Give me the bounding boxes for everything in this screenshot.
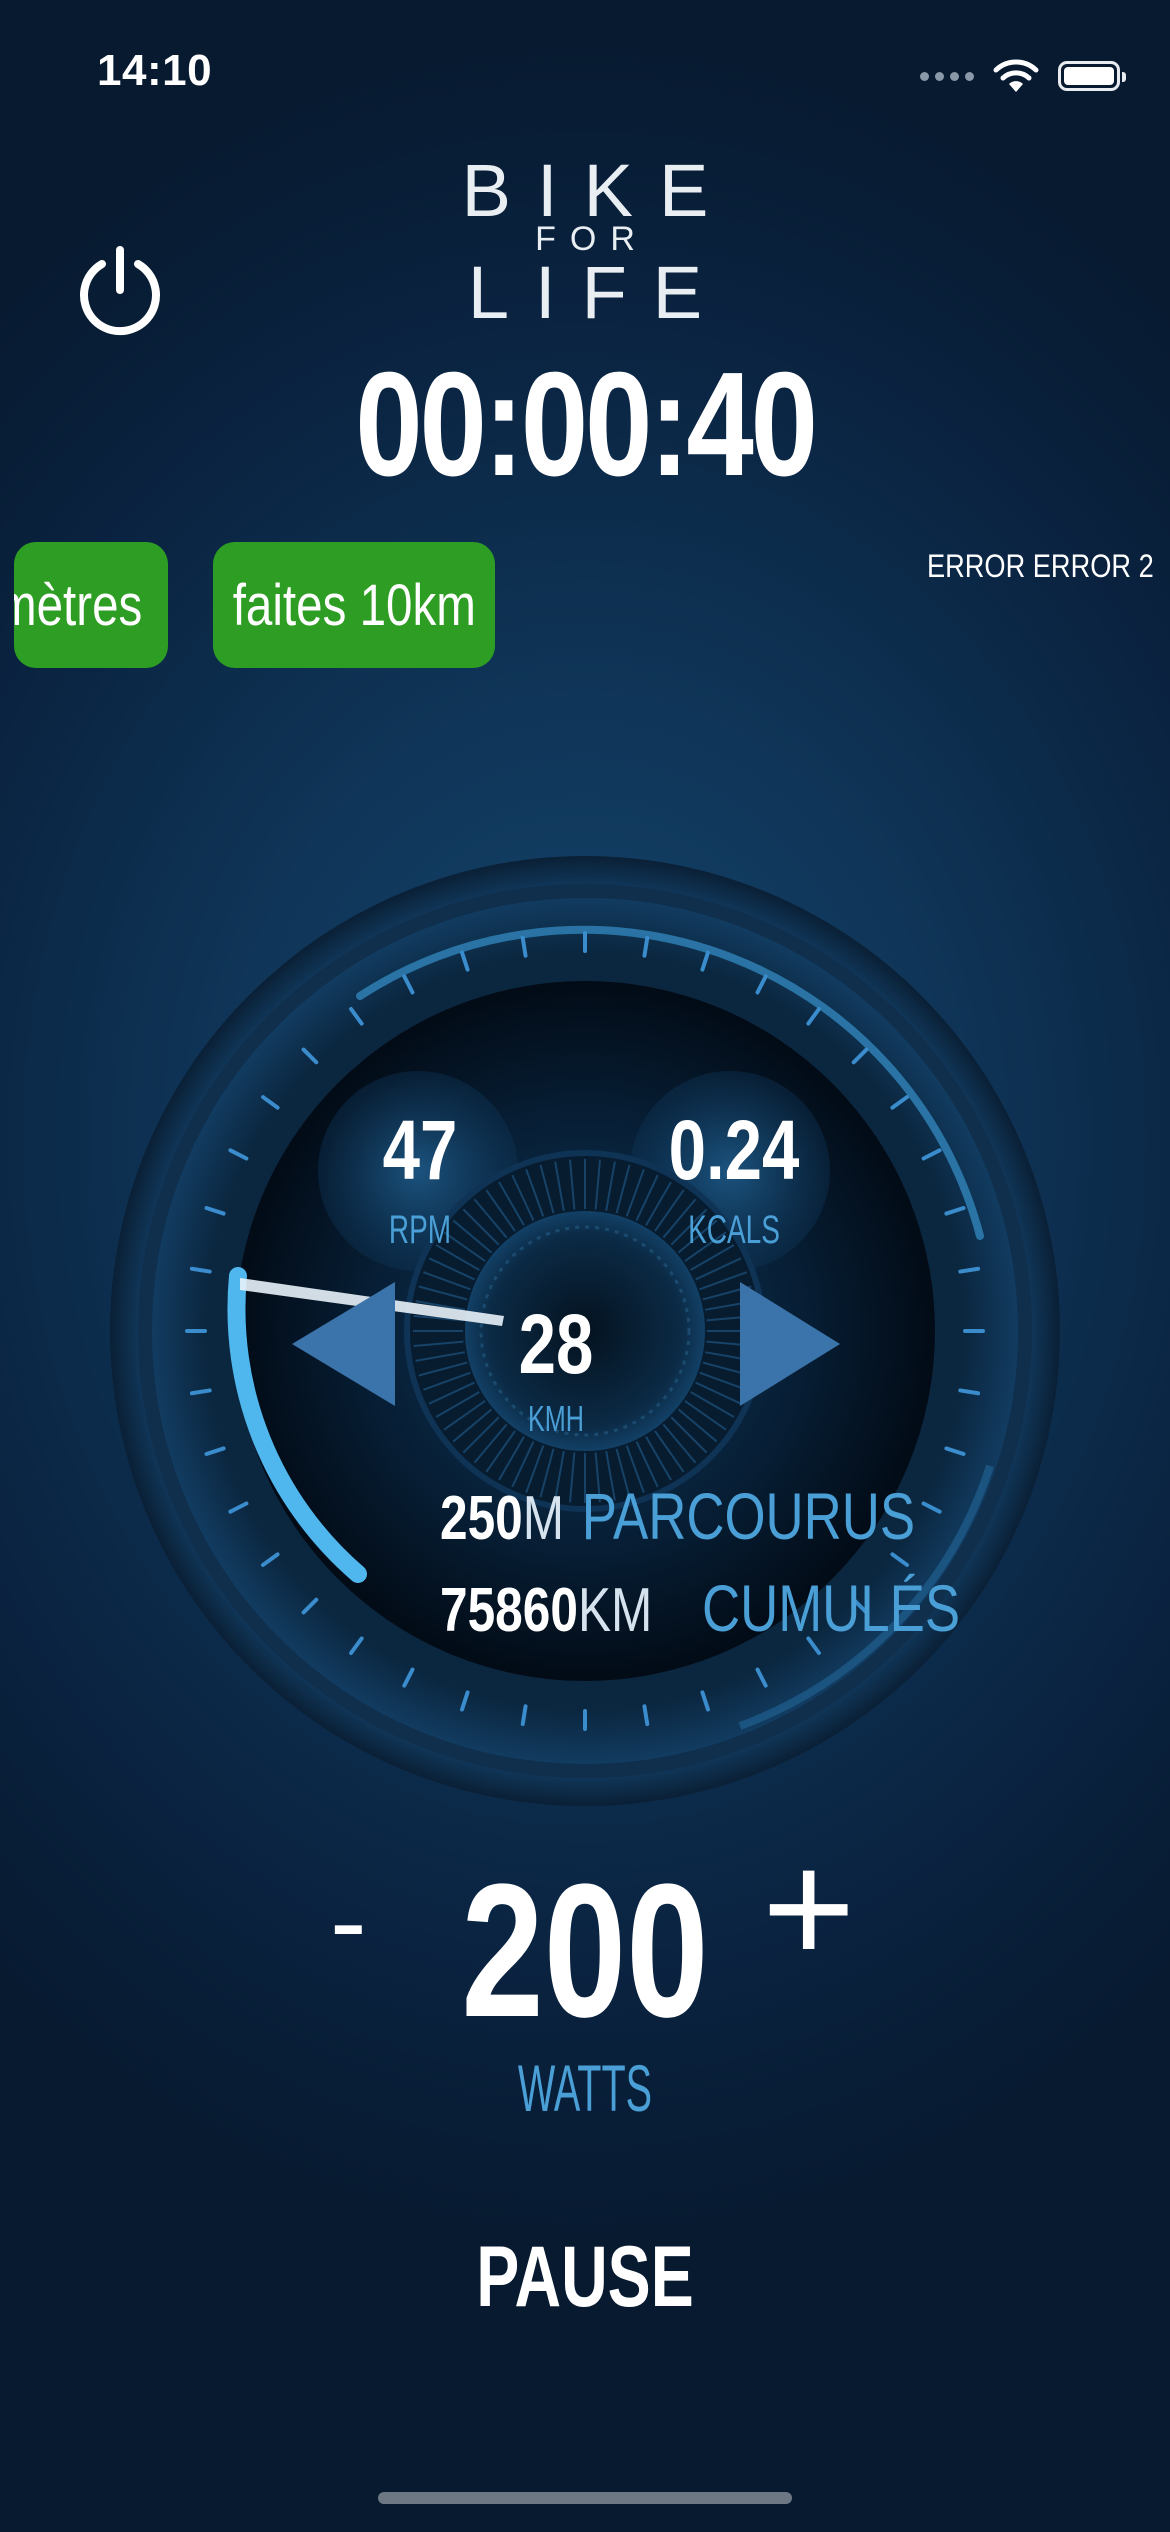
cumulative-row: 75860 KM CUMULÉS — [440, 1570, 960, 1646]
gauge-tick — [520, 935, 528, 958]
logo-life: LIFE — [467, 251, 729, 334]
distance-label: PARCOURUS — [581, 1479, 916, 1553]
gauge-tick — [958, 1266, 981, 1274]
gauge-tick — [520, 1704, 528, 1727]
battery-icon — [1058, 61, 1126, 91]
distance-row: 250 M PARCOURUS — [440, 1478, 915, 1554]
kcals-label: KCALS — [688, 1208, 780, 1252]
power-icon[interactable] — [72, 244, 168, 340]
home-indicator[interactable] — [378, 2492, 792, 2504]
gauge-tick — [189, 1266, 212, 1274]
signal-dots-icon — [920, 71, 974, 81]
gauge-tick — [189, 1388, 212, 1396]
status-icons — [920, 56, 1126, 96]
cumulative-value: 75860 — [440, 1576, 578, 1645]
challenge-label: faites 10km — [232, 572, 476, 638]
pause-button[interactable]: PAUSE — [146, 2228, 1024, 2327]
distance-unit: M — [522, 1484, 565, 1553]
speed-value: 28 — [518, 1297, 594, 1391]
increase-watts-button[interactable]: + — [762, 1828, 855, 1988]
distance-value: 250 — [440, 1484, 523, 1553]
speed-label: KMH — [528, 1398, 584, 1439]
challenge-pill-10km[interactable]: faites 10km — [213, 542, 495, 668]
cumulative-unit: KM — [577, 1576, 653, 1645]
gauge-tick — [642, 935, 650, 958]
watts-label: WATTS — [517, 2051, 653, 2125]
gauge-tick — [642, 1704, 650, 1727]
rpm-label: RPM — [388, 1208, 452, 1252]
rpm-value: 47 — [382, 1103, 458, 1197]
elapsed-timer: 00:00:40 — [355, 342, 818, 507]
cumulative-label: CUMULÉS — [701, 1571, 961, 1645]
kcals-value: 0.24 — [668, 1103, 800, 1197]
gauge-tick — [958, 1388, 981, 1396]
wifi-icon — [993, 59, 1039, 92]
error-message: ERROR ERROR 2 — [927, 548, 1154, 584]
challenge-pill-meters[interactable]: mètres — [14, 542, 168, 668]
status-time: 14:10 — [97, 46, 213, 95]
challenge-label: mètres — [14, 572, 143, 638]
watts-value: 200 — [461, 1845, 709, 2057]
